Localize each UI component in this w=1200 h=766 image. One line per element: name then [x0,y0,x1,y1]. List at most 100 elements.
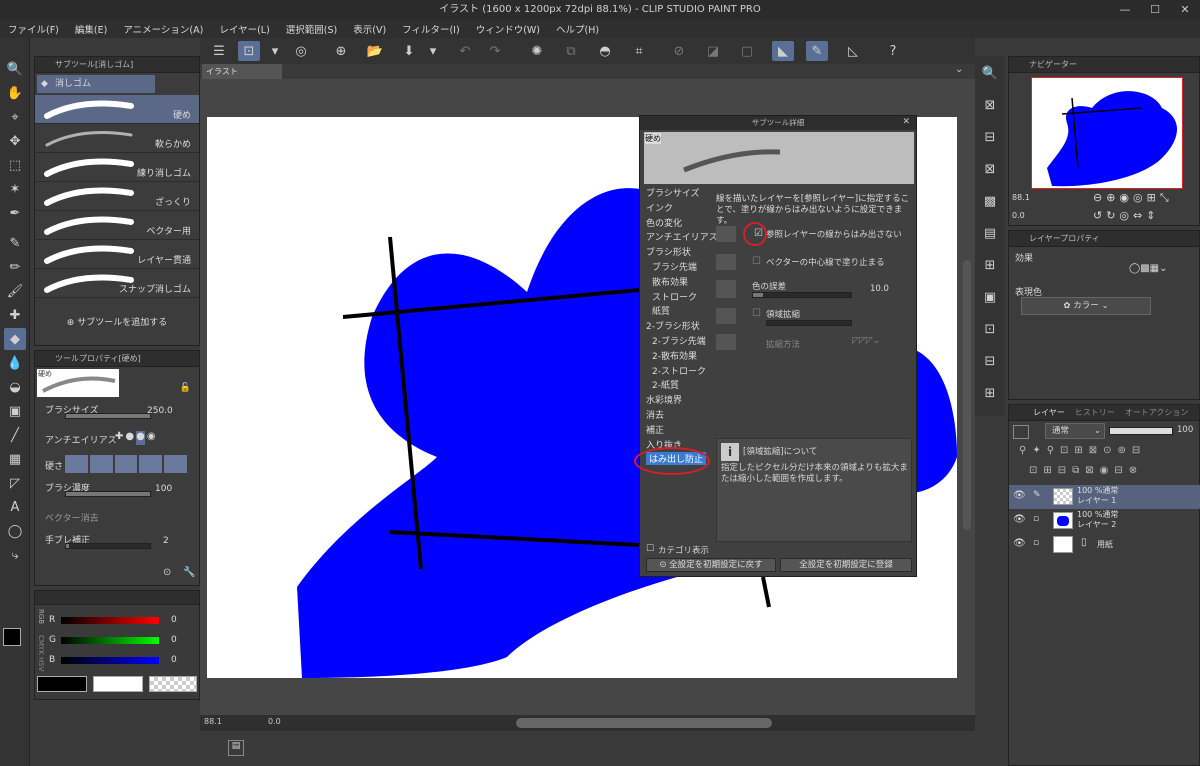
subtool-item[interactable]: レイヤー貫通 [35,240,199,269]
eyedropper-icon[interactable]: ✒ [4,202,26,224]
area-scale-toggle[interactable] [716,308,736,324]
main-color-swatch[interactable] [3,628,21,646]
subtool-item[interactable]: 硬め [35,95,199,124]
clear-icon[interactable]: ⧉ [560,41,582,61]
menu-layer[interactable]: レイヤー(L) [219,22,269,36]
blend-tool-icon[interactable]: 💧 [4,352,26,374]
fill-tool-icon[interactable]: ◒ [4,376,26,398]
pen-icon[interactable]: ✎ [1033,490,1041,500]
density-slider[interactable] [65,491,151,497]
category-item[interactable]: 2-ブラシ形状 [646,319,700,332]
save-dropdown-icon[interactable]: ▾ [422,41,444,61]
subtool-group-eraser[interactable]: ◆ 消しゴム [37,75,155,93]
layer-row[interactable]: 👁 ▫ 100 %通常 レイヤー 2 [1009,509,1200,533]
add-subtool-button[interactable]: ⊕ サブツールを追加する [35,315,199,328]
navigator-rotate-controls-icon[interactable]: ↺↻◎⇔⇕ [1093,209,1159,222]
status-zoom[interactable]: 88.1 [204,717,222,726]
stabilizer-value[interactable]: 2 [163,536,169,546]
material-icon-8[interactable]: ⊡ [979,318,1001,340]
correct-line-icon[interactable]: ⤷ [4,544,26,566]
layer-action-icons[interactable]: ⊡⊞⊟⧉⊠◉⊟⊗ [1029,465,1143,476]
navigator-zoom[interactable]: 88.1 [1012,193,1030,202]
tab-layer[interactable]: レイヤー [1033,405,1065,420]
save-all-button[interactable]: 全設定を初期設定に登録 [780,558,912,572]
material-icon-7[interactable]: ▣ [979,286,1001,308]
material-icon-5[interactable]: ▤ [979,222,1001,244]
vertical-scrollbar[interactable] [963,260,971,530]
close-button[interactable]: ✕ [1170,0,1200,20]
aa-strong-icon[interactable]: ◉ [147,431,156,445]
category-item[interactable]: 散布効果 [652,275,688,288]
opacity-slider[interactable] [1109,427,1173,435]
hardness-step[interactable] [89,455,113,473]
menu-window[interactable]: ウィンドウ(W) [476,22,540,36]
auto-select-icon[interactable]: ✶ [4,178,26,200]
area-scale-slider[interactable] [766,320,852,326]
navigator-angle[interactable]: 0.0 [1012,211,1025,220]
color-tolerance-value[interactable]: 10.0 [870,284,889,294]
selection-border-icon[interactable]: ▢ [736,41,758,61]
material-icon-10[interactable]: ⊞ [979,382,1001,404]
subtool-item[interactable]: ざっくり [35,182,199,211]
zoom-tool-icon[interactable]: 🔍 [4,58,26,80]
stabilizer-slider[interactable] [65,543,151,549]
open-file-icon[interactable]: 📂 [364,41,386,61]
tab-menu-chevron-icon[interactable]: ⌄ [955,64,963,75]
main-color-chip[interactable] [37,676,87,692]
effect-options-icon[interactable]: ◯▩▦⌄ [1129,263,1167,274]
scale-method-options-icon[interactable]: ◸◸◸⌄ [852,336,880,346]
menu-view[interactable]: 表示(V) [353,22,386,36]
hardness-step[interactable] [65,455,88,473]
category-display-checkbox-icon[interactable]: ☐ [646,544,654,554]
clip-studio-icon[interactable]: ◎ [290,41,312,61]
category-item[interactable]: ストローク [652,290,697,303]
menu-file[interactable]: ファイル(F) [8,22,59,36]
layer-toolbar-icons[interactable]: ⚲✦⚲⊡⊞⊠⊙⊚⊟ [1019,445,1146,456]
layer-lock-slot-icon[interactable]: ▫ [1033,514,1039,524]
material-icon-4[interactable]: ▩ [979,190,1001,212]
scale-method-toggle[interactable] [716,334,736,350]
navigator-zoom-controls-icon[interactable]: ⊖⊕◉◎⊞⤡ [1093,191,1173,205]
r-slider[interactable] [61,617,159,624]
category-item[interactable]: 2-ブラシ先端 [652,334,706,347]
aa-weak-icon[interactable]: ● [125,431,134,445]
ref-layer-toggle[interactable] [716,226,736,242]
category-item[interactable]: 2-散布効果 [652,349,697,362]
selection-tool-icon[interactable]: ⬚ [4,154,26,176]
vector-erase-label[interactable]: ベクター消去 [45,511,99,524]
dropdown-icon[interactable]: ▾ [264,41,286,61]
expression-color-select[interactable]: ✿ カラー ⌄ [1021,297,1151,315]
g-value[interactable]: 0 [171,635,177,645]
pen-tool-icon[interactable]: ✎ [4,232,26,254]
aa-mid-icon[interactable]: ● [136,431,145,445]
area-scale-checkbox-icon[interactable]: ☐ [752,308,761,319]
category-item[interactable]: 色の変化 [646,216,682,229]
lock-icon[interactable]: 🔓 [180,383,191,393]
transparent-color-chip[interactable] [149,676,197,692]
antialias-selector[interactable]: ✚ ● ● ◉ [115,431,191,445]
gradient-tool-icon[interactable]: ▣ [4,400,26,422]
material-icon[interactable]: ⊠ [979,94,1001,116]
category-item[interactable]: アンチエイリアス [646,230,718,243]
maximize-button[interactable]: ☐ [1140,0,1170,20]
subtool-item[interactable]: ベクター用 [35,211,199,240]
menu-filter[interactable]: フィルター(I) [402,22,460,36]
hardness-selector[interactable] [65,455,187,473]
document-tab[interactable]: イラスト [202,64,282,79]
timeline-toggle-icon[interactable]: ▤ [228,740,244,756]
figure-tool-icon[interactable]: ╱ [4,424,26,446]
search-icon[interactable]: 🔍 [979,62,1001,84]
r-value[interactable]: 0 [171,615,177,625]
menu-selection[interactable]: 選択範囲(S) [286,22,337,36]
material-icon-6[interactable]: ⊞ [979,254,1001,276]
eye-icon[interactable]: 👁 [1013,490,1026,501]
hardness-step[interactable] [139,455,163,473]
dialog-close-icon[interactable]: ✕ [902,117,910,127]
help-icon[interactable]: ? [882,41,904,61]
eye-icon[interactable]: 👁 [1013,538,1026,549]
redo-icon[interactable]: ↷ [484,41,506,61]
opacity-value[interactable]: 100 [1177,425,1193,435]
hardness-step[interactable] [114,455,138,473]
sub-color-chip[interactable] [93,676,143,692]
category-item[interactable]: 消去 [646,408,664,421]
